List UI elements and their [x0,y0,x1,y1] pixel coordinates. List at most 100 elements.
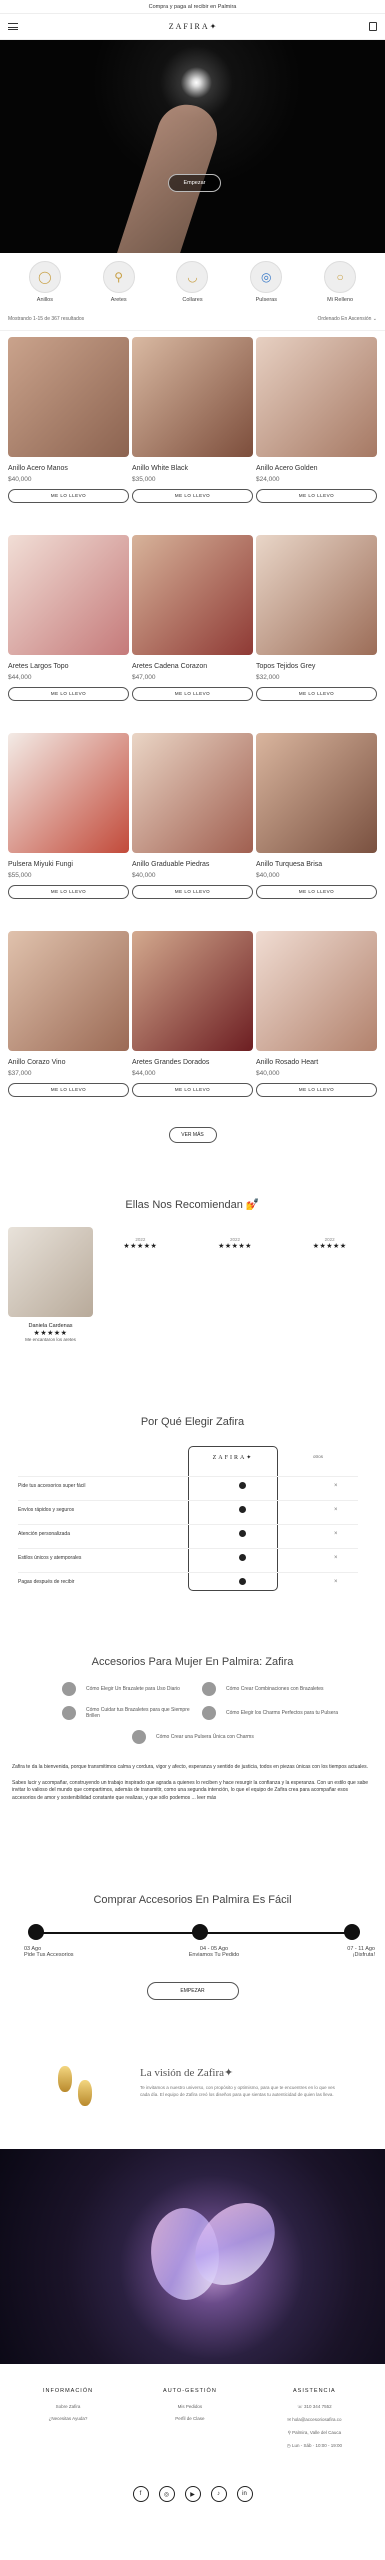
load-more-button[interactable]: VER MÁS [168,1127,217,1143]
product-price: $44,000 [8,674,32,681]
menu-icon[interactable] [8,23,18,30]
product-card[interactable]: Aretes Grandes Dorados $44,000 ME LO LLEVO [132,931,253,1129]
blog-link[interactable]: Cómo Elegir los Charms Perfectos para tu… [202,1706,342,1720]
product-card[interactable]: Anillo Corazo Vino $37,000 ME LO LLEVO [8,931,129,1129]
add-to-cart-button[interactable]: ME LO LLEVO [132,885,253,899]
reviews-carousel[interactable]: Daniela Cardenas ★★★★★ Me encantaron los… [8,1227,377,1342]
brand-logo[interactable]: ZAFIRA✦ [169,22,219,31]
product-name[interactable]: Aretes Grandes Dorados [132,1059,253,1066]
product-name[interactable]: Anillo Rosado Heart [256,1059,377,1066]
footer-link[interactable]: Mis Pedidos [163,2404,217,2409]
add-to-cart-button[interactable]: ME LO LLEVO [8,885,129,899]
cross-icon: × [334,1578,338,1585]
footer-hours: ◷ Lun - Sáb · 10:00 - 19:00 [286,2443,342,2448]
product-image[interactable] [8,337,129,457]
product-card[interactable]: Topos Tejidos Grey $32,000 ME LO LLEVO [256,535,377,733]
product-card[interactable]: Anillo Turquesa Brisa $40,000 ME LO LLEVO [256,733,377,931]
footer-link[interactable]: Sobre Zafira [43,2404,93,2409]
add-to-cart-button[interactable]: ME LO LLEVO [8,489,129,503]
product-image[interactable] [132,733,253,853]
product-card[interactable]: Anillo Graduable Piedras $40,000 ME LO LLE… [132,733,253,931]
product-card[interactable]: Anillo Acero Manos $40,000 ME LO LLEVO [8,337,129,535]
product-image[interactable] [132,337,253,457]
add-to-cart-button[interactable]: ME LO LLEVO [132,687,253,701]
blog-link[interactable]: Cómo Cuidar tus Brazaletes para que Siem… [62,1706,202,1720]
brand-column-box [188,1446,278,1591]
tiktok-icon[interactable]: ♪ [210,2486,227,2502]
add-to-cart-button[interactable]: ME LO LLEVO [8,687,129,701]
linkedin-icon[interactable]: in [236,2486,253,2502]
add-to-cart-button[interactable]: ME LO LLEVO [132,489,253,503]
blog-link-text[interactable]: Cómo Crear Combinaciones con Brazaletes [226,1686,324,1692]
product-image[interactable] [8,931,129,1051]
product-image[interactable] [132,535,253,655]
facebook-icon[interactable]: f [132,2486,149,2502]
category-rings[interactable]: ◯ Anillos [15,261,75,307]
footer-email[interactable]: ✉ hola@accesoriosafira.co [287,2417,342,2423]
site-footer: INFORMACIÓN Sobre Zafira ¿Necesitas Ayuda?… [0,2364,385,2516]
blog-link[interactable]: Cómo Elegir Un Brazalete para Uso Diario [62,1682,202,1696]
add-to-cart-button[interactable]: ME LO LLEVO [8,1083,129,1097]
product-card[interactable]: Aretes Cadena Corazon $47,000 ME LO LLEVO [132,535,253,733]
review-photo[interactable] [8,1227,93,1317]
product-image[interactable] [256,535,377,655]
product-image[interactable] [256,733,377,853]
product-price: $24,000 [256,476,280,483]
product-name[interactable]: Anillo Graduable Piedras [132,861,253,868]
product-name[interactable]: Aretes Cadena Corazon [132,663,253,670]
product-price: $35,000 [132,476,156,483]
product-card[interactable]: Aretes Largos Topo $44,000 ME LO LLEVO [8,535,129,733]
start-button[interactable]: EMPEZAR [146,1982,239,2000]
category-necklaces[interactable]: ◡ Collares [162,261,222,307]
step-text: Enviamos Tu Pedido [188,1952,240,1958]
product-image[interactable] [8,535,129,655]
blog-link-text[interactable]: Cómo Crear una Pulsera Única con Charms [156,1734,254,1740]
footer-heading: AUTO-GESTIÓN [163,2388,217,2394]
blog-thumbnail [202,1682,216,1696]
add-to-cart-button[interactable]: ME LO LLEVO [256,489,377,503]
cart-icon[interactable] [369,22,377,31]
footer-link[interactable]: Perfil de Clase [163,2416,217,2421]
category-bracelets[interactable]: ◎ Pulseras [236,261,296,307]
product-name[interactable]: Anillo Acero Golden [256,465,377,472]
product-image[interactable] [256,337,377,457]
product-card[interactable]: Pulsera Miyuki Fungi $55,000 ME LO LLEVO [8,733,129,931]
sort-dropdown[interactable]: Ordenado En Ascensión ⌄ [317,316,377,322]
review-card[interactable]: 2022 ★★★★★ [282,1237,377,1342]
product-name[interactable]: Topos Tejidos Grey [256,663,377,670]
category-pendants[interactable]: ○ Mi Relleno [310,261,370,307]
review-card[interactable]: 2022 ★★★★★ [93,1237,188,1342]
category-earrings[interactable]: ⚲ Aretes [89,261,149,307]
add-to-cart-button[interactable]: ME LO LLEVO [256,687,377,701]
blog-link-text[interactable]: Cómo Cuidar tus Brazaletes para que Siem… [86,1707,202,1719]
blog-link[interactable]: Cómo Crear una Pulsera Única con Charms [132,1730,342,1744]
add-to-cart-button[interactable]: ME LO LLEVO [132,1083,253,1097]
add-to-cart-button[interactable]: ME LO LLEVO [256,1083,377,1097]
ring-icon: ◯ [28,261,61,293]
product-image[interactable] [8,733,129,853]
product-name[interactable]: Anillo White Black [132,465,253,472]
blog-link-text[interactable]: Cómo Elegir los Charms Perfectos para tu… [226,1710,338,1716]
blog-link-text[interactable]: Cómo Elegir Un Brazalete para Uso Diario [86,1686,180,1692]
review-card[interactable]: 2022 ★★★★★ [188,1237,283,1342]
category-label: Anillos [36,297,53,303]
product-name[interactable]: Pulsera Miyuki Fungi [8,861,129,868]
footer-link[interactable]: ¿Necesitas Ayuda? [43,2416,93,2421]
product-name[interactable]: Anillo Acero Manos [8,465,129,472]
product-card[interactable]: Anillo Acero Golden $24,000 ME LO LLEVO [256,337,377,535]
youtube-icon[interactable]: ▶ [184,2486,201,2502]
blog-link[interactable]: Cómo Crear Combinaciones con Brazaletes [202,1682,342,1696]
announcement-text: Compra y paga al recibir en Palmira [148,4,237,10]
instagram-icon[interactable]: ◎ [158,2486,175,2502]
product-name[interactable]: Anillo Corazo Vino [8,1059,129,1066]
hero-start-button[interactable]: Empezar [168,174,221,192]
add-to-cart-button[interactable]: ME LO LLEVO [256,885,377,899]
product-name[interactable]: Anillo Turquesa Brisa [256,861,377,868]
product-name[interactable]: Aretes Largos Topo [8,663,129,670]
product-image[interactable] [132,931,253,1051]
footer-phone[interactable]: ☏ 310 344 7552 [287,2404,342,2410]
product-card[interactable]: Anillo Rosado Heart $40,000 ME LO LLEVO [256,931,377,1129]
product-card[interactable]: Anillo White Black $35,000 ME LO LLEVO [132,337,253,535]
review-card[interactable]: Daniela Cardenas ★★★★★ Me encantaron los… [8,1227,93,1342]
product-image[interactable] [256,931,377,1051]
